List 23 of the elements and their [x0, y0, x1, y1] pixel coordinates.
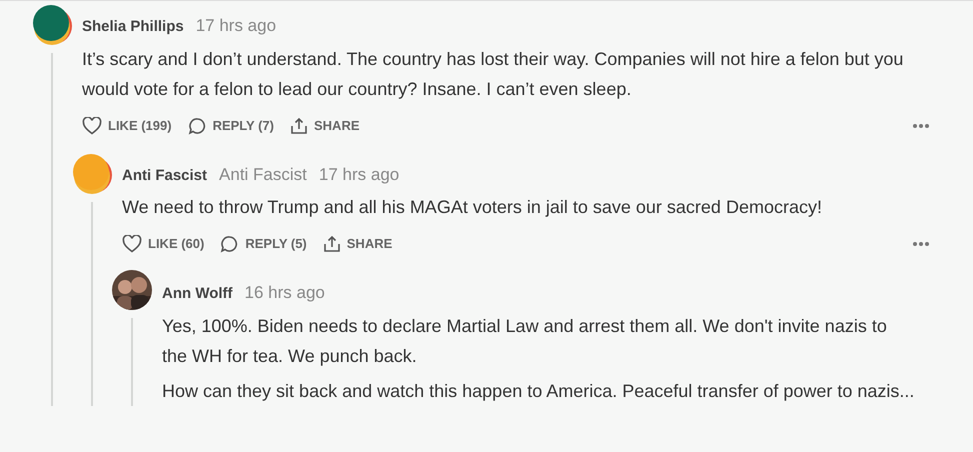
heart-icon [122, 235, 142, 253]
comment-text: We need to throw Trump and all his MAGAt voters in jail to save our sacred Democracy! [122, 196, 823, 219]
comment-text: How can they sit back and watch this happen to America. Peaceful transfer of power to nazis... [162, 380, 915, 403]
speech-bubble-icon [220, 235, 240, 253]
author-name[interactable]: Shelia Phillips [82, 16, 184, 38]
speech-bubble-icon [188, 116, 207, 134]
author-name[interactable]: Ann Wolff [162, 283, 233, 306]
heart-icon [82, 116, 102, 134]
reply-button[interactable]: REPLY (5) [220, 234, 307, 254]
comment-text: Yes, 100%. Biden needs to declare Martial Law and arrest them all. We don't invite nazis to the WH for tea. We punch back. [162, 314, 888, 368]
share-icon [322, 235, 341, 253]
timestamp: 17 hrs ago [196, 15, 276, 37]
share-button[interactable]: SHARE [290, 116, 360, 136]
share-button[interactable]: SHARE [322, 234, 392, 254]
comment-text: It’s scary and I don’t understand. The country has lost their way. Companies will not hire a felon but you would vote for a felon to lead our country? Insane. I can’t even sleep. [82, 48, 904, 101]
timestamp: 17 hrs ago [318, 164, 400, 186]
like-button[interactable]: LIKE (199) [82, 116, 172, 136]
author-handle: Anti Fascist [219, 164, 307, 186]
timestamp: 16 hrs ago [244, 282, 325, 304]
reply-button[interactable]: REPLY (7) [188, 116, 274, 136]
author-name[interactable]: Anti Fascist [122, 164, 208, 187]
like-button[interactable]: LIKE (60) [122, 234, 204, 254]
share-icon [290, 116, 308, 134]
